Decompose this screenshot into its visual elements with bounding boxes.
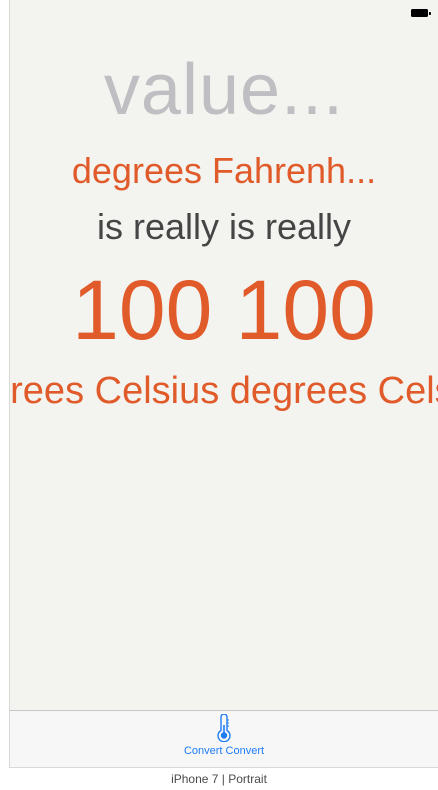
- battery-full-icon: [411, 9, 431, 17]
- tab-bar: Convert Convert: [10, 710, 438, 767]
- result-unit-label: degrees Celsius degrees Celsius: [10, 370, 438, 412]
- tab-convert[interactable]: Convert Convert: [164, 714, 284, 764]
- thermometer-icon: [217, 714, 231, 742]
- input-unit-label: degrees Fahrenh...: [71, 150, 377, 191]
- value-input[interactable]: value...: [10, 50, 438, 130]
- status-bar: [10, 0, 438, 24]
- device-caption: iPhone 7 | Portrait: [171, 772, 267, 786]
- result-value: 100 100: [72, 263, 376, 357]
- device-screen: value... degrees Fahrenh... is really is…: [9, 0, 438, 768]
- connector-label: is really is really: [96, 206, 352, 247]
- result-unit-container: degrees Celsius degrees Celsius: [10, 367, 438, 417]
- tab-convert-label: Convert Convert: [183, 745, 265, 757]
